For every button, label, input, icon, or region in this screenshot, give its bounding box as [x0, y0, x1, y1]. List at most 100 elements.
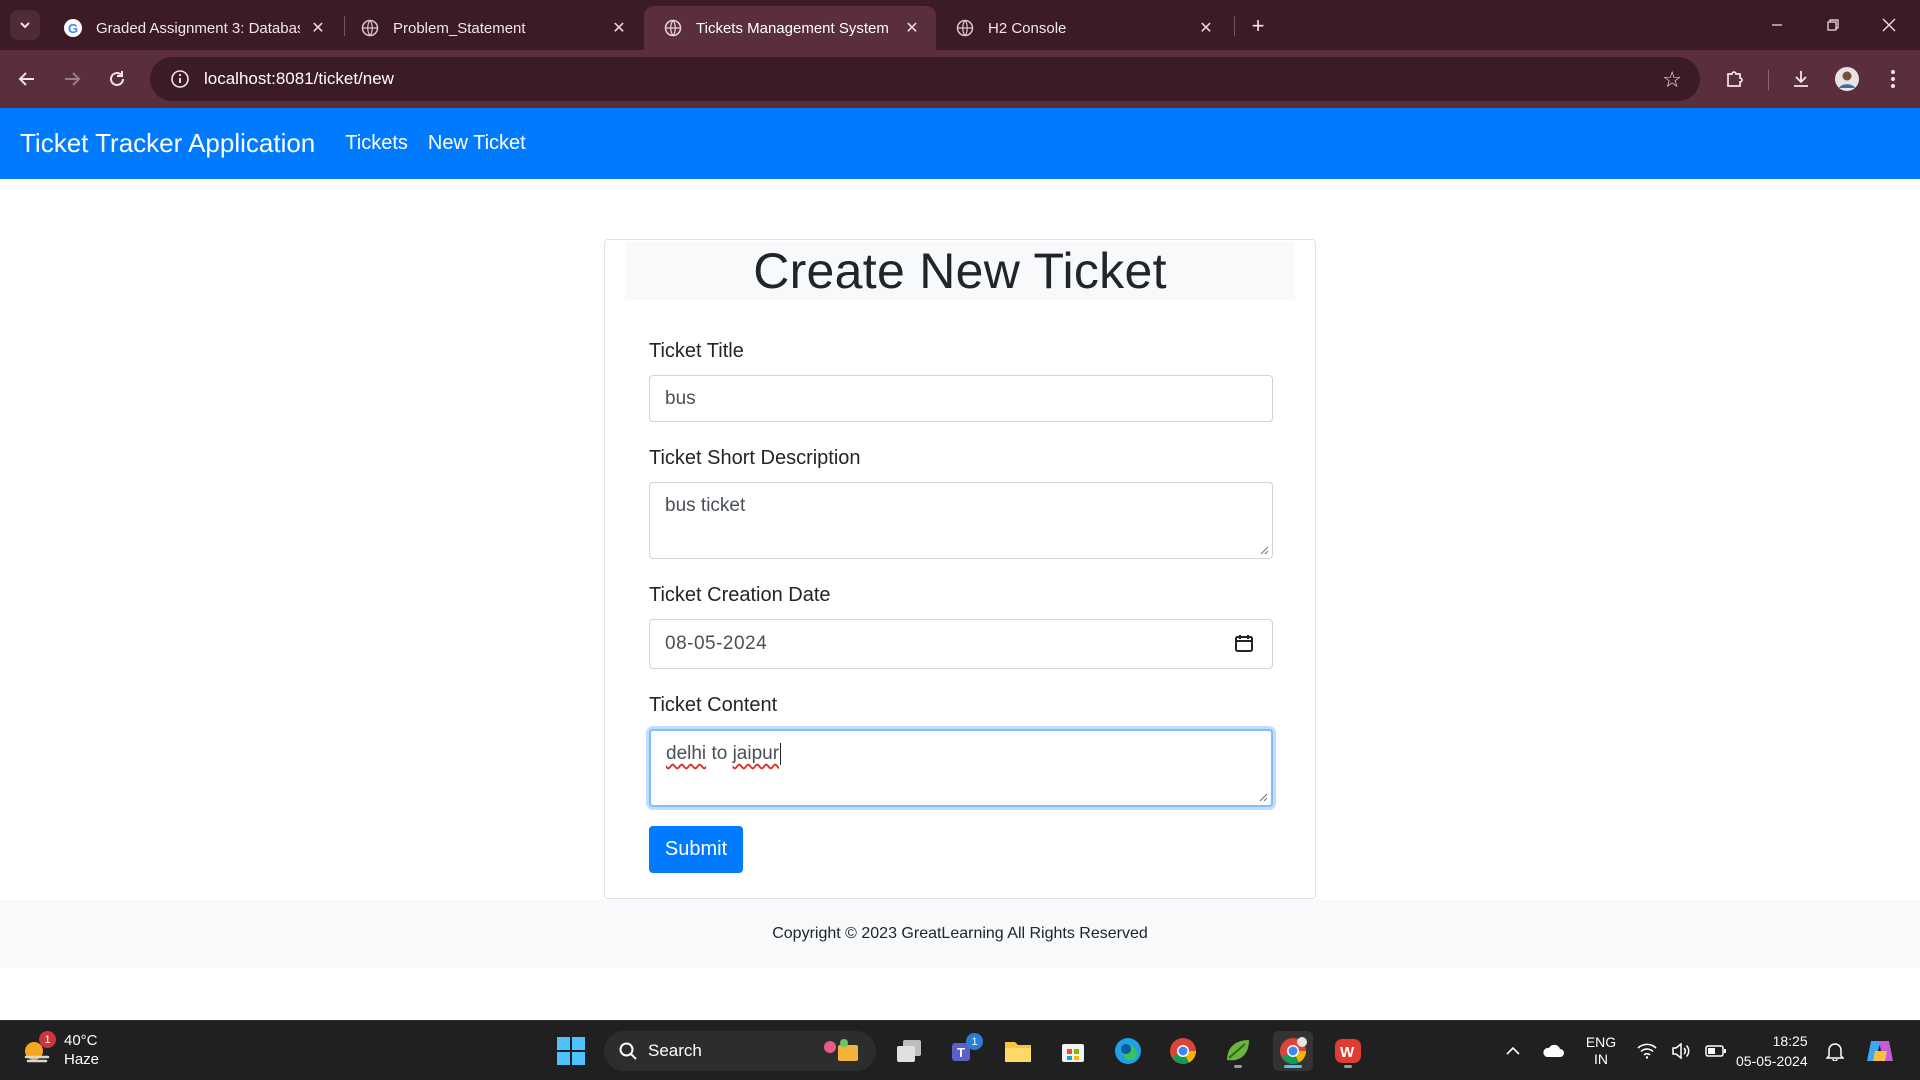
running-indicator — [1344, 1065, 1352, 1068]
tab-label: Problem_Statement — [393, 19, 526, 37]
resize-grip-icon[interactable] — [1259, 545, 1269, 555]
running-indicator — [1234, 1065, 1242, 1068]
chevron-up-icon — [1506, 1046, 1520, 1055]
nav-tickets[interactable]: Tickets — [345, 132, 408, 155]
folder-icon — [1005, 1042, 1031, 1062]
windows-taskbar: 1 40°C Haze Search T 1 W ENG IN 18:25 05… — [0, 1020, 1920, 1080]
language-code: ENG — [1585, 1034, 1617, 1050]
wps-office-button[interactable]: W — [1328, 1031, 1368, 1071]
restore-icon — [1827, 19, 1839, 31]
reload-button[interactable] — [100, 62, 134, 96]
edge-icon — [1115, 1038, 1141, 1064]
wps-icon: W — [1335, 1039, 1361, 1063]
wifi-icon — [1637, 1043, 1657, 1059]
ticket-date-value: 08-05-2024 — [665, 633, 768, 654]
content-word-3: jaipur — [732, 743, 780, 765]
spring-tools-button[interactable] — [1218, 1031, 1258, 1071]
restore-button[interactable] — [1810, 8, 1856, 42]
app-brand[interactable]: Ticket Tracker Application — [20, 128, 315, 159]
chrome-icon — [1170, 1038, 1196, 1064]
reload-icon — [110, 71, 124, 86]
cloud-icon — [1543, 1044, 1564, 1057]
tab-label: Tickets Management System — [696, 19, 889, 37]
svg-text:W: W — [1340, 1044, 1355, 1061]
browser-tab-strip: G Graded Assignment 3: Databas ✕ Problem… — [0, 0, 1920, 50]
svg-text:T: T — [957, 1045, 965, 1060]
puzzle-icon — [1727, 71, 1743, 87]
windows-logo-icon — [557, 1037, 585, 1065]
tab-problem-statement[interactable]: Problem_Statement ✕ — [341, 6, 643, 50]
taskbar-clock[interactable]: 18:25 05-05-2024 — [1736, 1031, 1808, 1071]
edge-button[interactable] — [1108, 1031, 1148, 1071]
tab-graded-assignment[interactable]: G Graded Assignment 3: Databas ✕ — [44, 6, 342, 50]
file-explorer-button[interactable] — [998, 1031, 1038, 1071]
profile-avatar[interactable] — [1830, 62, 1864, 96]
ticket-title-input[interactable]: bus — [649, 375, 1273, 422]
language-indicator[interactable]: ENG IN — [1580, 1031, 1622, 1071]
copilot-icon — [1867, 1041, 1893, 1061]
toolbar-separator — [1768, 70, 1769, 90]
active-indicator — [1284, 1065, 1302, 1068]
teams-button[interactable]: T 1 — [943, 1031, 983, 1071]
show-hidden-icons-button[interactable] — [1500, 1031, 1526, 1071]
minimize-button[interactable] — [1754, 8, 1800, 42]
avatar-icon — [1835, 67, 1859, 91]
resize-grip-icon[interactable] — [1258, 792, 1268, 802]
plus-icon: + — [1251, 13, 1265, 38]
ticket-description-label: Ticket Short Description — [649, 447, 861, 469]
extensions-button[interactable] — [1718, 62, 1752, 96]
battery-icon — [1705, 1045, 1726, 1057]
task-view-button[interactable] — [889, 1031, 929, 1071]
close-icon[interactable]: ✕ — [902, 18, 922, 38]
app-navbar: Ticket Tracker Application Tickets New T… — [0, 108, 1920, 179]
ticket-content-label: Ticket Content — [649, 694, 778, 716]
weather-condition: Haze — [64, 1051, 100, 1068]
onedrive-button[interactable] — [1538, 1031, 1568, 1071]
card-header: Create New Ticket — [625, 242, 1295, 300]
region-code: IN — [1594, 1051, 1608, 1067]
tab-h2-console[interactable]: H2 Console ✕ — [936, 6, 1230, 50]
browser-menu-button[interactable] — [1876, 62, 1910, 96]
address-bar[interactable]: localhost:8081/ticket/new ☆ — [150, 57, 1700, 101]
close-icon — [1882, 18, 1896, 32]
page-title: Create New Ticket — [753, 243, 1167, 299]
browser-toolbar: localhost:8081/ticket/new ☆ — [0, 50, 1920, 108]
notifications-button[interactable] — [1822, 1031, 1848, 1071]
quick-settings-button[interactable] — [1632, 1031, 1732, 1071]
nav-new-ticket[interactable]: New Ticket — [428, 132, 526, 155]
forward-button[interactable] — [55, 62, 89, 96]
tab-search-button[interactable] — [10, 10, 40, 40]
ticket-content-textarea[interactable]: delhi to jaipur — [649, 729, 1273, 807]
tab-label: H2 Console — [988, 19, 1067, 37]
close-window-button[interactable] — [1866, 8, 1912, 42]
ticket-title-label: Ticket Title — [649, 340, 744, 362]
new-tab-button[interactable]: + — [1244, 12, 1272, 40]
back-button[interactable] — [10, 62, 44, 96]
close-icon[interactable]: ✕ — [308, 18, 328, 38]
site-info-icon[interactable] — [158, 69, 202, 89]
copilot-button[interactable] — [1862, 1031, 1898, 1071]
chrome-profile-button[interactable] — [1273, 1031, 1313, 1071]
ticket-description-textarea[interactable]: bus ticket — [649, 482, 1273, 559]
leaf-icon — [1227, 1040, 1249, 1061]
start-button[interactable] — [551, 1031, 591, 1071]
chrome-icon — [1280, 1037, 1307, 1064]
tab-tickets-management[interactable]: Tickets Management System ✕ — [644, 6, 936, 50]
weather-widget[interactable]: 1 40°C Haze — [20, 1031, 99, 1069]
downloads-button[interactable] — [1784, 62, 1818, 96]
content-word-2: to — [711, 743, 728, 765]
submit-button[interactable]: Submit — [649, 826, 743, 873]
calendar-icon[interactable] — [1234, 633, 1254, 653]
globe-icon — [664, 19, 682, 37]
close-icon[interactable]: ✕ — [1196, 18, 1216, 38]
arrow-right-icon — [65, 72, 81, 86]
ticket-date-input[interactable]: 08-05-2024 — [649, 619, 1273, 669]
task-view-icon — [897, 1040, 921, 1062]
google-icon: G — [64, 19, 82, 37]
ticket-title-value: bus — [665, 387, 696, 409]
close-icon[interactable]: ✕ — [609, 18, 629, 38]
bookmark-star-icon[interactable]: ☆ — [1662, 67, 1682, 93]
chrome-button[interactable] — [1163, 1031, 1203, 1071]
ms-store-button[interactable] — [1053, 1031, 1093, 1071]
taskbar-search[interactable]: Search — [604, 1031, 876, 1071]
